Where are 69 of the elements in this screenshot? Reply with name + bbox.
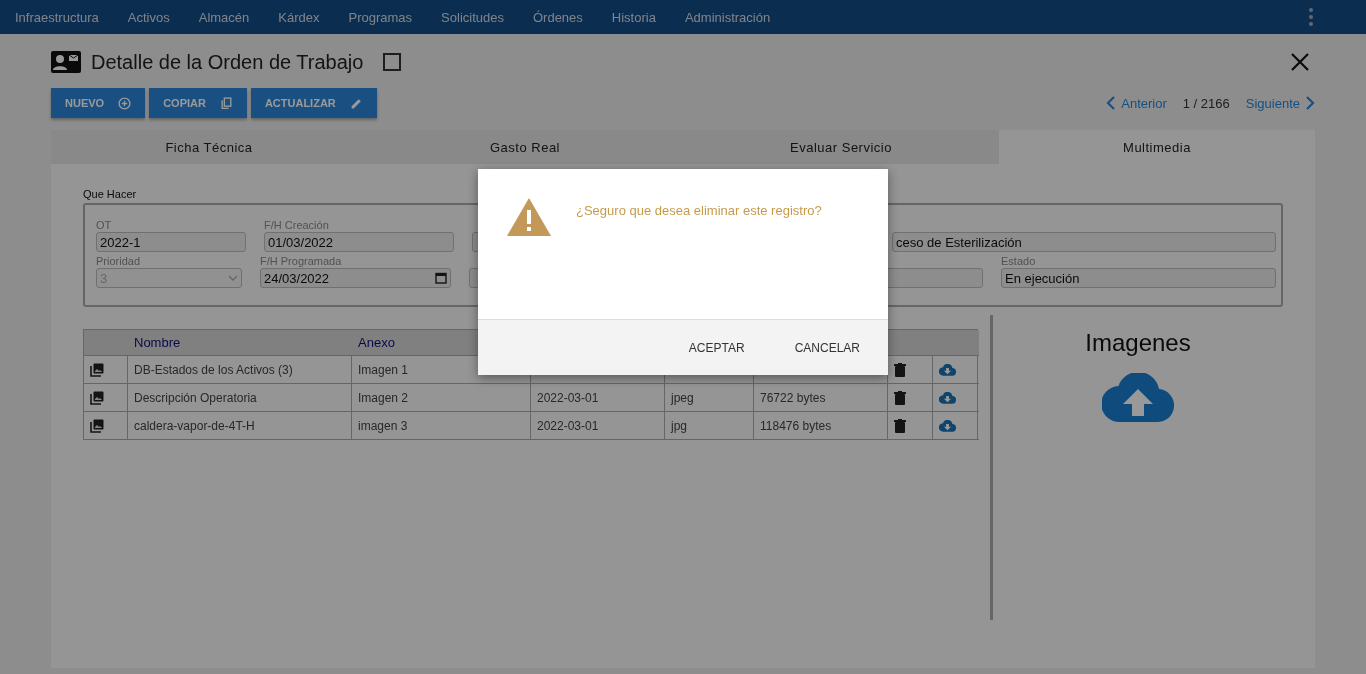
chevron-right-icon — [1306, 96, 1315, 110]
more-vertical-icon[interactable] — [1309, 8, 1313, 26]
trash-icon[interactable] — [894, 362, 906, 377]
close-icon[interactable] — [1291, 53, 1309, 71]
nav-link[interactable]: Kárdex — [278, 9, 320, 25]
table-cell: 76722 bytes — [754, 384, 888, 412]
field-label: OT — [96, 219, 113, 232]
table-cell: Imagen 2 — [352, 384, 531, 412]
nav-link[interactable]: Órdenes — [532, 9, 583, 25]
field-label: Estado — [1001, 255, 1037, 268]
field-label: F/H Programada — [260, 255, 343, 268]
contact-card-icon — [51, 51, 81, 73]
next-link[interactable]: Siguiente — [1245, 95, 1315, 111]
input-field[interactable]: ceso de Esterilización — [892, 232, 1276, 252]
tab[interactable]: Ficha Técnica — [51, 130, 367, 164]
previous-link[interactable]: Anterior — [1106, 95, 1167, 111]
trash-icon[interactable] — [894, 418, 906, 433]
cloud-download-icon[interactable] — [939, 391, 956, 404]
nav-link[interactable]: Almacén — [198, 9, 250, 25]
calendar-icon — [435, 272, 447, 284]
copy-icon — [219, 96, 233, 110]
field-label: Prioridad — [96, 255, 142, 268]
tab[interactable]: Evaluar Servicio — [683, 130, 999, 164]
checkbox[interactable] — [383, 53, 402, 71]
table-cell: imagen 3 — [352, 412, 531, 440]
table-cell: 118476 bytes — [754, 412, 888, 440]
column-header: Nombre — [128, 330, 352, 356]
photo-library-icon — [90, 390, 104, 405]
cloud-download-icon[interactable] — [939, 363, 956, 376]
dialog-button[interactable]: ACEPTAR — [674, 332, 759, 363]
nav-link[interactable]: Administración — [684, 9, 771, 25]
page-counter: 1 / 2166 — [1182, 95, 1230, 111]
table-cell: jpg — [665, 412, 754, 440]
tab[interactable]: Multimedia — [999, 130, 1315, 164]
nav-link[interactable]: Activos — [127, 9, 170, 25]
photo-library-icon — [90, 362, 104, 377]
input-field[interactable]: En ejecución — [1001, 268, 1276, 288]
page-title: Detalle de la Orden de Trabajo — [91, 50, 364, 74]
action-button[interactable]: ACTUALIZAR — [250, 88, 377, 118]
nav-link[interactable]: Historia — [611, 9, 656, 25]
table-cell: caldera-vapor-de-4T-H — [128, 412, 352, 440]
warning-icon — [506, 197, 552, 237]
table-cell: 2022-03-01 — [531, 412, 665, 440]
fieldset-legend: Que Hacer — [83, 188, 1283, 200]
photo-library-icon — [90, 418, 104, 433]
table-cell: DB-Estados de los Activos (3) — [128, 356, 352, 384]
action-button[interactable]: NUEVO — [51, 88, 146, 118]
table-cell: jpeg — [665, 384, 754, 412]
trash-icon[interactable] — [894, 390, 906, 405]
table-cell: Descripción Operatoria — [128, 384, 352, 412]
field-label: F/H Creación — [264, 219, 330, 232]
cloud-upload-icon[interactable] — [1102, 373, 1174, 423]
add-circle-icon — [118, 96, 132, 110]
input-field[interactable]: 01/03/2022 — [264, 232, 454, 252]
date-field[interactable]: 24/03/2022 — [260, 268, 451, 288]
action-button[interactable]: COPIAR — [149, 88, 247, 118]
nav-link[interactable]: Infraestructura — [15, 9, 99, 25]
chevron-down-icon — [228, 275, 238, 281]
tab[interactable]: Gasto Real — [367, 130, 683, 164]
table-cell: 2022-03-01 — [531, 384, 665, 412]
dialog-button[interactable]: CANCELAR — [780, 332, 874, 363]
dialog-message: ¿Seguro que desea eliminar este registro? — [576, 203, 822, 218]
nav-link[interactable]: Solicitudes — [441, 9, 504, 25]
chevron-left-icon — [1106, 96, 1116, 110]
nav-link[interactable]: Programas — [348, 9, 413, 25]
section-title: Imagenes — [1085, 329, 1191, 357]
cloud-download-icon[interactable] — [939, 419, 956, 432]
input-field[interactable]: 2022-1 — [96, 232, 246, 252]
pencil-icon — [349, 96, 363, 110]
